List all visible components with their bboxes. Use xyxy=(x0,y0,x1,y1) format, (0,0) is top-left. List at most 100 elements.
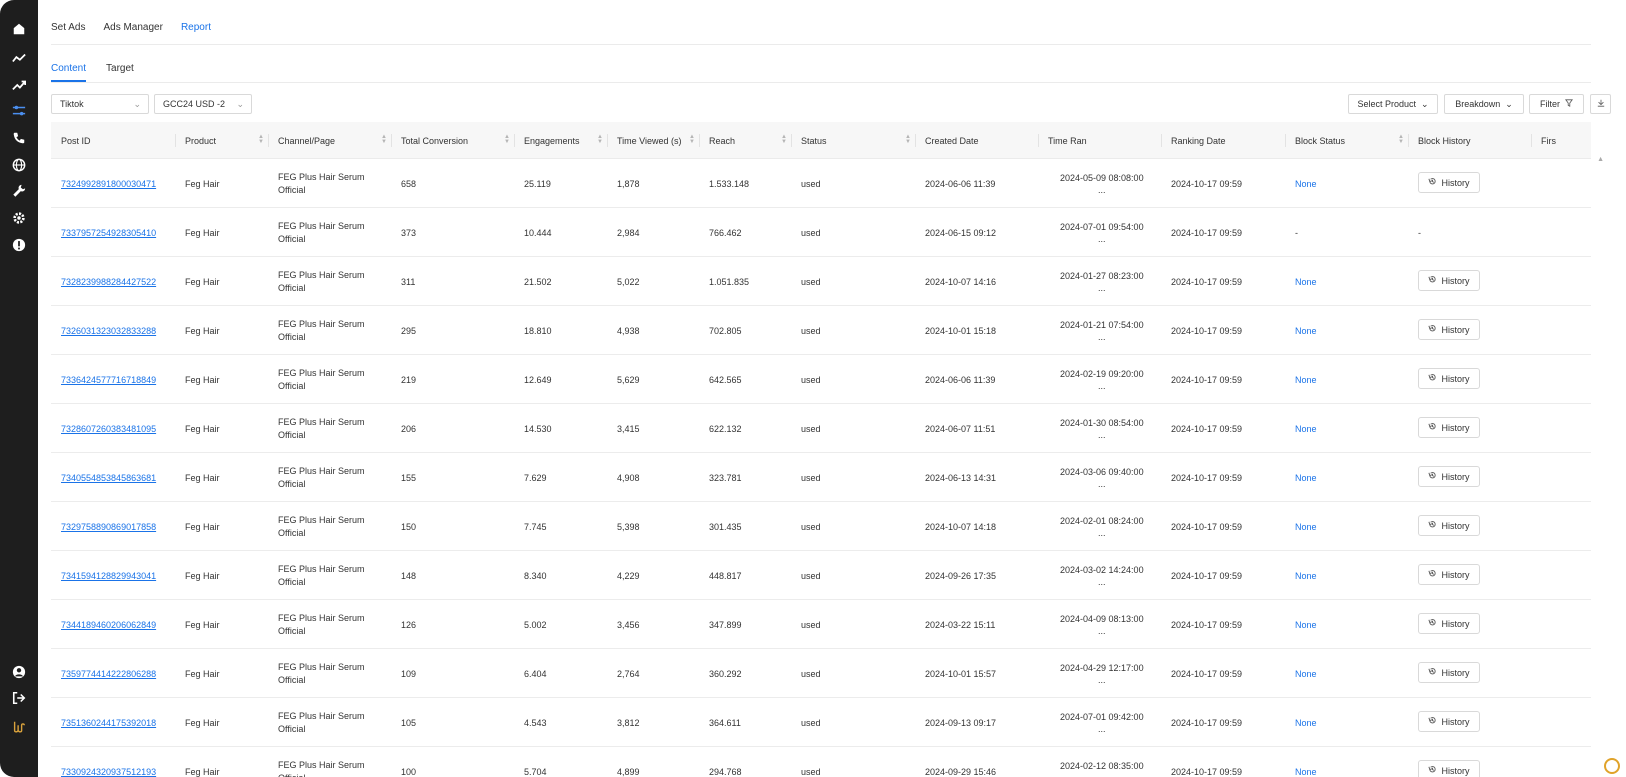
sort-icon[interactable]: ▲ ▼ xyxy=(258,134,264,145)
history-button[interactable]: History xyxy=(1418,711,1480,732)
history-button[interactable]: History xyxy=(1418,417,1480,438)
phone-icon[interactable] xyxy=(11,130,27,146)
globe-icon[interactable] xyxy=(11,157,27,173)
scroll-up-icon[interactable]: ▲ xyxy=(1597,156,1604,163)
created-date-cell: 2024-06-13 14:31 xyxy=(925,472,997,483)
home-icon[interactable] xyxy=(11,21,27,37)
table-row: 7329758890869017858 Feg Hair FEG Plus Hair… xyxy=(51,502,1591,551)
column-header[interactable]: Post ID xyxy=(61,122,91,159)
channel-cell: FEG Plus Hair Serum Official xyxy=(278,502,365,551)
gear-icon[interactable] xyxy=(11,210,27,226)
logout-icon[interactable] xyxy=(11,690,27,706)
history-button[interactable]: History xyxy=(1418,466,1480,487)
sort-icon[interactable]: ▲ ▼ xyxy=(1398,134,1404,145)
post-id-link[interactable]: 7326031323032833288 xyxy=(61,306,156,355)
engagements-cell: 5.002 xyxy=(524,619,547,630)
ranking-date-cell: 2024-10-17 09:59 xyxy=(1171,570,1243,581)
line-chart-icon[interactable] xyxy=(11,50,27,66)
chevron-down-icon: ⌄ xyxy=(236,99,244,109)
sort-icon[interactable]: ▲ ▼ xyxy=(504,134,510,145)
wrench-icon[interactable] xyxy=(11,183,27,199)
column-header[interactable]: Total Conversion xyxy=(401,122,468,159)
platform-select[interactable]: Tiktok ⌄ xyxy=(51,94,149,114)
conversion-cell: 311 xyxy=(401,276,416,287)
sort-icon[interactable]: ▲ ▼ xyxy=(381,134,387,145)
column-header[interactable]: Firs xyxy=(1541,122,1556,159)
status-cell: used xyxy=(801,717,821,728)
ads-settings-icon[interactable] xyxy=(11,103,27,119)
column-header[interactable]: Time Viewed (s) xyxy=(617,122,682,159)
tab-ads-manager[interactable]: Ads Manager xyxy=(103,22,162,46)
select-product-button[interactable]: Select Product ⌄ xyxy=(1348,94,1438,114)
sort-icon[interactable]: ▲ ▼ xyxy=(905,134,911,145)
sort-icon[interactable]: ▲ ▼ xyxy=(689,134,695,145)
time-ran-ellipsis: ... xyxy=(1098,282,1106,293)
history-button[interactable]: History xyxy=(1418,760,1480,777)
column-header[interactable]: Status xyxy=(801,122,827,159)
channel-line: Official xyxy=(278,380,306,391)
reach-cell: 766.462 xyxy=(709,227,742,238)
channel-line: Official xyxy=(278,625,306,636)
block-status-cell: None xyxy=(1295,570,1317,581)
post-id-link[interactable]: 7359774414222806288 xyxy=(61,649,156,698)
trending-up-icon[interactable] xyxy=(11,77,27,93)
tab-content[interactable]: Content xyxy=(51,63,87,82)
tab-set-ads[interactable]: Set Ads xyxy=(51,22,85,46)
sort-icon[interactable]: ▲ ▼ xyxy=(781,134,787,145)
history-button[interactable]: History xyxy=(1418,515,1480,536)
post-id-link[interactable]: 7351360244175392018 xyxy=(61,698,156,747)
account-select[interactable]: GCC24 USD -2 ⌄ xyxy=(154,94,252,114)
download-button[interactable] xyxy=(1590,94,1611,114)
column-header[interactable]: Ranking Date xyxy=(1171,122,1226,159)
sort-icon[interactable]: ▲ ▼ xyxy=(597,134,603,145)
ranking-date-cell: 2024-10-17 09:59 xyxy=(1171,423,1243,434)
history-button[interactable]: History xyxy=(1418,613,1480,634)
tab-report[interactable]: Report xyxy=(181,22,211,46)
column-separator xyxy=(791,134,792,147)
history-icon xyxy=(1428,177,1437,188)
user-icon[interactable] xyxy=(11,664,27,680)
history-button[interactable]: History xyxy=(1418,319,1480,340)
column-separator xyxy=(514,134,515,147)
post-id-link[interactable]: 7341594128829943041 xyxy=(61,551,156,600)
post-id-link[interactable]: 7328607260383481095 xyxy=(61,404,156,453)
column-header[interactable]: Product xyxy=(185,122,216,159)
history-button[interactable]: History xyxy=(1418,662,1480,683)
post-id-link[interactable]: 7329758890869017858 xyxy=(61,502,156,551)
history-button[interactable]: History xyxy=(1418,270,1480,291)
tab-target[interactable]: Target xyxy=(106,63,134,82)
time-ran-cell: 2024-03-06 09:40:00... xyxy=(1060,453,1144,502)
column-header[interactable]: Engagements xyxy=(524,122,580,159)
column-header[interactable]: Reach xyxy=(709,122,735,159)
history-button[interactable]: History xyxy=(1418,172,1480,193)
breakdown-button[interactable]: Breakdown ⌄ xyxy=(1444,94,1524,114)
column-header[interactable]: Created Date xyxy=(925,122,979,159)
filter-button[interactable]: Filter xyxy=(1529,94,1584,114)
block-status-cell: None xyxy=(1295,619,1317,630)
reach-cell: 642.565 xyxy=(709,374,742,385)
post-id-link[interactable]: 7328239988284427522 xyxy=(61,257,156,306)
time-viewed-cell: 3,812 xyxy=(617,717,640,728)
post-id-link[interactable]: 7330924320937512193 xyxy=(61,747,156,777)
column-header[interactable]: Block Status xyxy=(1295,122,1345,159)
post-id-link[interactable]: 7336424577716718849 xyxy=(61,355,156,404)
help-bubble-icon[interactable] xyxy=(1604,758,1620,774)
column-header[interactable]: Channel/Page xyxy=(278,122,335,159)
post-id-link[interactable]: 7324992891800030471 xyxy=(61,159,156,208)
column-header[interactable]: Block History xyxy=(1418,122,1471,159)
time-ran-value: 2024-01-21 07:54:00 xyxy=(1060,319,1144,330)
info-icon[interactable] xyxy=(11,237,27,253)
column-header[interactable]: Time Ran xyxy=(1048,122,1087,159)
created-date-cell: 2024-10-01 15:57 xyxy=(925,668,997,679)
reach-cell: 294.768 xyxy=(709,766,742,777)
product-cell: Feg Hair xyxy=(185,325,220,336)
post-id-link[interactable]: 7340554853845863681 xyxy=(61,453,156,502)
status-cell: used xyxy=(801,325,821,336)
history-button[interactable]: History xyxy=(1418,564,1480,585)
reach-cell: 448.817 xyxy=(709,570,742,581)
post-id-link[interactable]: 7337957254928305410 xyxy=(61,208,156,257)
conversion-cell: 105 xyxy=(401,717,417,728)
time-viewed-cell: 4,899 xyxy=(617,766,640,777)
history-button[interactable]: History xyxy=(1418,368,1480,389)
post-id-link[interactable]: 7344189460206062849 xyxy=(61,600,156,649)
